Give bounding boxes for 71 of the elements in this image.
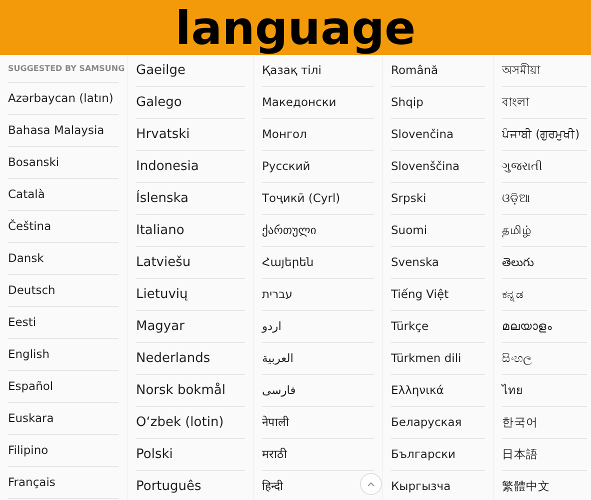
language-item[interactable]: Беларуская bbox=[391, 414, 462, 432]
language-item[interactable]: Italiano bbox=[136, 220, 184, 240]
language-item[interactable]: Türkçe bbox=[391, 318, 429, 336]
language-item[interactable]: Bahasa Malaysia bbox=[8, 122, 104, 140]
language-item[interactable]: हिन्दी bbox=[262, 478, 283, 496]
language-item[interactable]: 繁體中文 bbox=[502, 478, 550, 496]
language-item[interactable]: Português bbox=[136, 476, 202, 496]
language-item[interactable]: Euskara bbox=[8, 410, 54, 428]
language-item[interactable]: Magyar bbox=[136, 316, 184, 336]
language-item[interactable]: Slovenščina bbox=[391, 158, 460, 176]
language-item[interactable]: தமிழ் bbox=[502, 222, 532, 240]
language-item[interactable]: Eesti bbox=[8, 314, 36, 332]
language-item[interactable]: العربية bbox=[262, 350, 294, 368]
language-item[interactable]: Hrvatski bbox=[136, 124, 190, 144]
language-item[interactable]: Français bbox=[8, 474, 56, 492]
language-item[interactable]: Íslenska bbox=[136, 188, 188, 208]
language-item[interactable]: Русский bbox=[262, 158, 310, 176]
language-item[interactable]: ગુજરાતી bbox=[502, 158, 542, 176]
language-item[interactable]: Suomi bbox=[391, 222, 428, 240]
language-item[interactable]: O‘zbek (lotin) bbox=[136, 412, 224, 432]
language-item[interactable]: Català bbox=[8, 186, 45, 204]
language-item[interactable]: ქართული bbox=[262, 222, 316, 240]
language-item[interactable]: Galego bbox=[136, 92, 182, 112]
language-item[interactable]: ଓଡ଼ିଆ bbox=[502, 190, 531, 208]
language-item[interactable]: Deutsch bbox=[8, 282, 56, 300]
language-item[interactable]: తెలుగు bbox=[502, 254, 534, 272]
language-item[interactable]: 한국어 bbox=[502, 414, 538, 432]
language-item[interactable]: Slovenčina bbox=[391, 126, 454, 144]
language-item[interactable]: Indonesia bbox=[136, 156, 199, 176]
language-item[interactable]: Čeština bbox=[8, 218, 52, 236]
language-item[interactable]: Dansk bbox=[8, 250, 44, 268]
language-item[interactable]: Română bbox=[391, 62, 438, 80]
language-item[interactable]: Lietuvių bbox=[136, 284, 188, 304]
section-header: SUGGESTED BY SAMSUNG bbox=[8, 62, 125, 74]
language-item[interactable]: Norsk bokmål bbox=[136, 380, 226, 400]
language-item[interactable]: Монгол bbox=[262, 126, 307, 144]
language-item[interactable]: ไทย bbox=[502, 382, 523, 400]
chevron-up-icon bbox=[367, 481, 375, 487]
language-item[interactable]: Bosanski bbox=[8, 154, 60, 172]
language-item[interactable]: 日本語 bbox=[502, 446, 538, 464]
language-item[interactable]: Shqip bbox=[391, 94, 424, 112]
language-item[interactable]: Nederlands bbox=[136, 348, 210, 368]
language-item[interactable]: मराठी bbox=[262, 446, 287, 464]
language-item[interactable]: বাংলা bbox=[502, 94, 529, 112]
language-item[interactable]: नेपाली bbox=[262, 414, 289, 432]
language-item[interactable]: English bbox=[8, 346, 50, 364]
language-item[interactable]: ಕನ್ನಡ bbox=[502, 286, 524, 304]
language-item[interactable]: Македонски bbox=[262, 94, 336, 112]
language-item[interactable]: فارسی bbox=[262, 382, 296, 400]
language-item[interactable]: Ελληνικά bbox=[391, 382, 444, 400]
language-item[interactable]: Svenska bbox=[391, 254, 439, 272]
language-item[interactable]: Gaeilge bbox=[136, 60, 186, 80]
language-item[interactable]: Türkmen dili bbox=[391, 350, 462, 368]
language-item[interactable]: Қазақ тілі bbox=[262, 62, 322, 80]
language-item[interactable]: اردو bbox=[262, 318, 282, 336]
language-item[interactable]: മലയാളം bbox=[502, 318, 552, 336]
language-item[interactable]: Srpski bbox=[391, 190, 426, 208]
language-item[interactable]: ਪੰਜਾਬੀ (ਗੁਰਮੁਖੀ) bbox=[502, 126, 580, 144]
language-item[interactable]: Azərbaycan (latın) bbox=[8, 90, 114, 108]
language-item[interactable]: עברית bbox=[262, 286, 292, 304]
language-item[interactable]: Filipino bbox=[8, 442, 48, 460]
language-item[interactable]: অসমীয়া bbox=[502, 62, 540, 80]
language-item[interactable]: Español bbox=[8, 378, 54, 396]
language-item[interactable]: Tiếng Việt bbox=[391, 286, 449, 304]
language-item[interactable]: Български bbox=[391, 446, 456, 464]
language-item[interactable]: Кыргызча bbox=[391, 478, 451, 496]
language-item[interactable]: සිංහල bbox=[502, 350, 532, 368]
language-item[interactable]: Հայերեն bbox=[262, 254, 314, 272]
language-item[interactable]: Polski bbox=[136, 444, 173, 464]
language-item[interactable]: Тоҷикӣ (Cyrl) bbox=[262, 190, 340, 208]
language-item[interactable]: Latviešu bbox=[136, 252, 191, 272]
